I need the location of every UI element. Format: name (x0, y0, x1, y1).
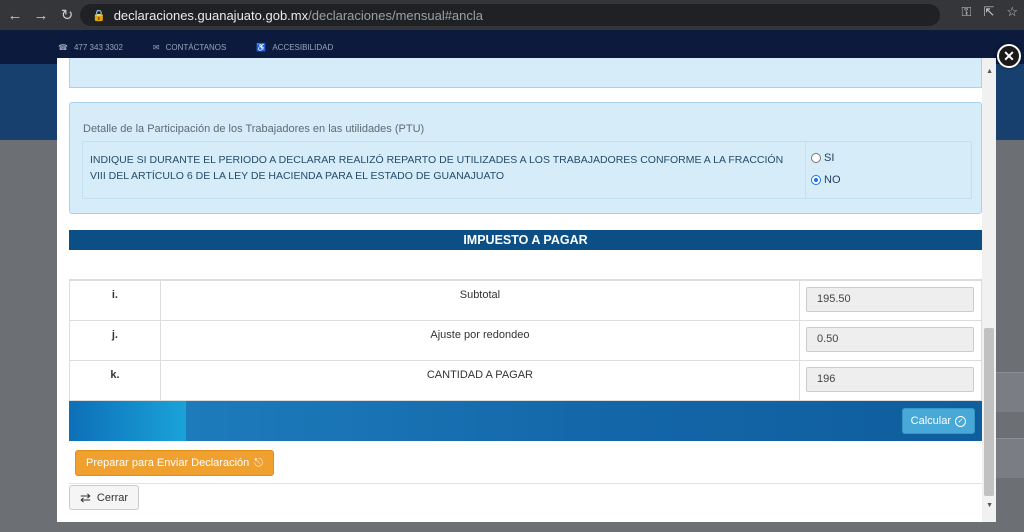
radio-si[interactable]: SI (811, 152, 834, 164)
row-letter: i. (69, 280, 161, 321)
browser-toolbar: ← → ↻ 🔒 declaraciones.guanajuato.gob.mx … (0, 0, 1024, 30)
cerrar-button[interactable]: ⇄ Cerrar (69, 485, 140, 510)
key-icon[interactable]: ⚿ (962, 4, 972, 20)
share-icon[interactable]: ⇱ (983, 4, 994, 20)
upload-icon: ⎋ (254, 456, 263, 469)
previous-panel (69, 58, 982, 88)
table-row: i. Subtotal 195.50 (69, 280, 983, 321)
row-label: Subtotal (159, 280, 800, 321)
preparar-envio-button[interactable]: Preparar para Enviar Declaración ⎋ (75, 450, 274, 476)
divider (805, 142, 806, 198)
table-row: j. Ajuste por redondeo 0.50 (69, 320, 983, 361)
reload-icon[interactable]: ↻ (56, 4, 78, 26)
row-letter: k. (69, 360, 161, 401)
calcular-label: Calcular (910, 415, 951, 427)
retweet-icon: ⇄ (80, 489, 91, 505)
browser-actions: ⚿ ⇱ ☆ (962, 4, 1018, 20)
table-row: k. CANTIDAD A PAGAR 196 (69, 360, 983, 401)
rounding-field[interactable]: 0.50 (805, 327, 974, 352)
tax-header: IMPUESTO A PAGAR (69, 230, 982, 250)
close-modal-icon[interactable]: ✕ (997, 44, 1021, 68)
subtotal-field[interactable]: 195.50 (805, 287, 974, 312)
declaration-modal: Detalle de la Participación de los Traba… (57, 58, 996, 522)
calcular-button[interactable]: Calcular ✓ (901, 408, 975, 434)
total-field[interactable]: 196 (805, 367, 974, 392)
radio-si-button[interactable] (811, 153, 821, 163)
footer-divider (69, 483, 982, 484)
url-host: declaraciones.guanajuato.gob.mx (113, 7, 309, 23)
radio-si-label: SI (824, 152, 835, 164)
tax-table: i. Subtotal 195.50 j. Ajuste por redonde… (69, 280, 983, 401)
scroll-down-icon[interactable]: ▼ (986, 502, 993, 509)
scroll-thumb[interactable] (984, 328, 994, 496)
preparar-label: Preparar para Enviar Declaración (86, 457, 250, 469)
phone-icon: ☎ (58, 42, 68, 52)
radio-no-label: NO (824, 174, 841, 186)
site-side-block (994, 438, 1024, 478)
accessibility-link[interactable]: ♿ ACCESIBILIDAD (256, 43, 333, 52)
row-letter: j. (69, 320, 161, 361)
ptu-question-box: INDIQUE SI DURANTE EL PERIODO A DECLARAR… (82, 141, 972, 199)
scroll-up-icon[interactable]: ▲ (986, 68, 993, 75)
action-bar: Calcular ✓ (69, 401, 982, 441)
row-label: Ajuste por redondeo (159, 320, 800, 361)
back-arrow-icon[interactable]: ← (4, 4, 26, 26)
radio-no[interactable]: NO (811, 174, 841, 186)
ptu-question: INDIQUE SI DURANTE EL PERIODO A DECLARAR… (90, 154, 784, 182)
phone-link[interactable]: ☎ 477 343 3302 (58, 43, 123, 52)
radio-no-button[interactable] (811, 175, 821, 185)
action-bar-accent (69, 401, 186, 441)
accessibility-icon: ♿ (256, 42, 267, 52)
row-label: CANTIDAD A PAGAR (159, 360, 800, 401)
cerrar-label: Cerrar (96, 491, 129, 504)
forward-arrow-icon[interactable]: → (30, 4, 52, 26)
lock-icon: 🔒 (92, 9, 106, 22)
ptu-panel: Detalle de la Participación de los Traba… (69, 102, 982, 214)
check-circle-icon: ✓ (955, 415, 966, 427)
url-path: /declaraciones/mensual#ancla (308, 7, 484, 23)
mail-icon: ✉ (152, 42, 160, 52)
modal-scrollbar[interactable]: ▲ ▼ (982, 58, 996, 522)
site-side-block (994, 372, 1024, 412)
contact-link[interactable]: ✉ CONTÁCTANOS (153, 43, 226, 52)
star-icon[interactable]: ☆ (1006, 4, 1018, 20)
tax-spacer (69, 250, 982, 280)
ptu-title: Detalle de la Participación de los Traba… (83, 123, 425, 135)
address-bar[interactable]: 🔒 declaraciones.guanajuato.gob.mx /decla… (80, 4, 940, 26)
